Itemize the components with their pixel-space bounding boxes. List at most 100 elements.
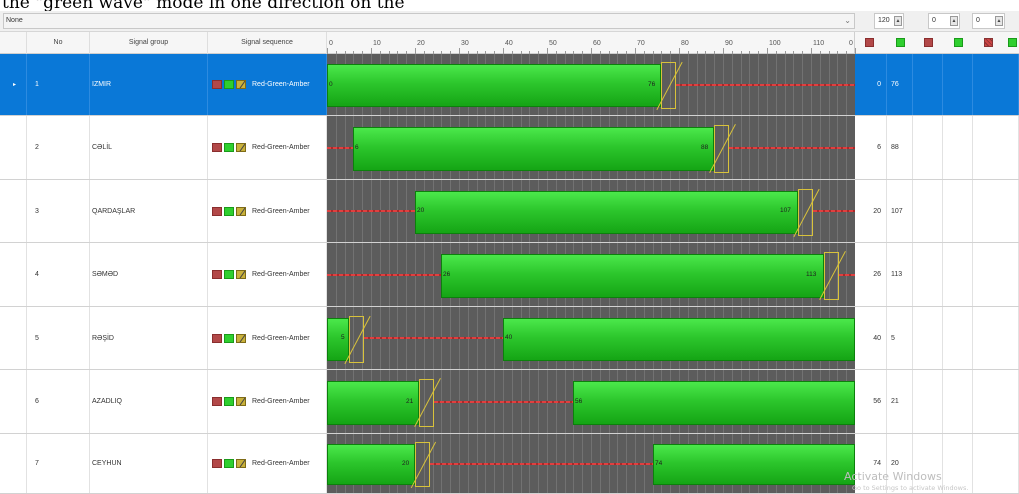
cell-signal-group[interactable]: CEYHUN <box>90 434 208 493</box>
cell-extra[interactable] <box>913 54 943 115</box>
green-phase[interactable] <box>573 381 855 425</box>
column-header-signal-sequence[interactable]: Signal sequence <box>208 32 327 54</box>
cell-green-end[interactable]: 88 <box>887 116 913 179</box>
cell-no[interactable]: 2 <box>27 116 90 179</box>
cell-signal-group[interactable]: QARDAŞLAR <box>90 180 208 242</box>
column-header-no[interactable]: No <box>27 32 90 54</box>
cell-extra[interactable] <box>943 116 973 179</box>
cell-green-end[interactable]: 76 <box>887 54 913 115</box>
amber-phase[interactable] <box>419 379 434 427</box>
timeline-bar[interactable]: 20 107 <box>327 180 855 242</box>
amber-phase[interactable] <box>714 125 729 173</box>
cell-green-start[interactable]: 6 <box>855 116 887 179</box>
cell-extra[interactable] <box>973 116 1019 179</box>
cell-signal-sequence[interactable]: Red-Green-Amber <box>208 243 327 306</box>
row-selector[interactable] <box>0 307 27 369</box>
amber-phase[interactable] <box>824 252 839 300</box>
spin-arrows-icon[interactable]: ▲ <box>995 16 1003 26</box>
cell-signal-group[interactable]: AZADLIQ <box>90 370 208 433</box>
cell-extra[interactable] <box>943 243 973 306</box>
amber-light-icon <box>236 80 246 89</box>
cell-green-start[interactable]: 0 <box>855 54 887 115</box>
cell-green-start[interactable]: 20 <box>855 180 887 242</box>
cell-no[interactable]: 1 <box>27 54 90 115</box>
cycle-time-input[interactable]: 120 ▲ <box>874 13 904 29</box>
red-phase <box>434 400 573 403</box>
green-phase[interactable] <box>353 127 714 171</box>
timeline-bar[interactable]: 0 76 <box>327 54 855 115</box>
row-selector[interactable] <box>0 116 27 179</box>
cell-extra[interactable] <box>973 243 1019 306</box>
row-selector[interactable] <box>0 370 27 433</box>
spin-arrows-icon[interactable]: ▲ <box>894 16 902 26</box>
row-selector[interactable] <box>0 434 27 493</box>
timeline-bar[interactable]: 74 20 <box>327 434 855 493</box>
cell-extra[interactable] <box>913 180 943 242</box>
cell-green-start[interactable]: 56 <box>855 370 887 433</box>
cell-no[interactable]: 5 <box>27 307 90 369</box>
cell-extra[interactable] <box>943 54 973 115</box>
cell-extra[interactable] <box>973 180 1019 242</box>
cell-no[interactable]: 3 <box>27 180 90 242</box>
offset-input-1[interactable]: 0 ▲ <box>928 13 960 29</box>
cell-signal-sequence[interactable]: Red-Green-Amber <box>208 307 327 369</box>
timeline-bar[interactable]: 6 88 <box>327 116 855 179</box>
table-row[interactable]: 6 AZADLIQ Red-Green-Amber 56 21 56 21 <box>0 370 1019 434</box>
amber-phase[interactable] <box>661 62 676 109</box>
amber-phase[interactable] <box>798 189 813 236</box>
spin-arrows-icon[interactable]: ▲ <box>950 16 958 26</box>
cell-extra[interactable] <box>943 370 973 433</box>
program-select[interactable]: None ⌄ <box>3 13 855 29</box>
cell-signal-sequence[interactable]: Red-Green-Amber <box>208 434 327 493</box>
cell-green-end[interactable]: 113 <box>887 243 913 306</box>
cell-no[interactable]: 6 <box>27 370 90 433</box>
cell-no[interactable]: 7 <box>27 434 90 493</box>
cell-signal-sequence[interactable]: Red-Green-Amber <box>208 116 327 179</box>
table-row[interactable]: 5 RƏŞİD Red-Green-Amber 40 5 40 5 <box>0 307 1019 370</box>
cell-signal-sequence[interactable]: Red-Green-Amber <box>208 54 327 115</box>
green-phase[interactable] <box>503 318 855 361</box>
table-row[interactable]: 3 QARDAŞLAR Red-Green-Amber 20 107 20 107 <box>0 180 1019 243</box>
green-phase[interactable] <box>327 318 349 361</box>
cell-signal-sequence[interactable]: Red-Green-Amber <box>208 180 327 242</box>
cell-green-start[interactable]: 40 <box>855 307 887 369</box>
column-header-signal-group[interactable]: Signal group <box>90 32 208 54</box>
cell-green-end[interactable]: 21 <box>887 370 913 433</box>
row-selector[interactable] <box>0 180 27 242</box>
timeline-bar[interactable]: 40 5 <box>327 307 855 369</box>
cell-extra[interactable] <box>943 307 973 369</box>
cell-extra[interactable] <box>943 180 973 242</box>
cell-signal-sequence[interactable]: Red-Green-Amber <box>208 370 327 433</box>
row-selector[interactable]: ▸ <box>0 54 27 115</box>
cell-extra[interactable] <box>913 116 943 179</box>
cell-extra[interactable] <box>913 243 943 306</box>
amber-phase[interactable] <box>349 316 364 363</box>
cell-green-end[interactable]: 107 <box>887 180 913 242</box>
chevron-down-icon[interactable]: ⌄ <box>844 14 851 28</box>
row-selector[interactable] <box>0 243 27 306</box>
amber-phase[interactable] <box>415 442 430 487</box>
table-row[interactable]: 2 CƏLİL Red-Green-Amber 6 88 6 88 <box>0 116 1019 180</box>
cell-extra[interactable] <box>913 307 943 369</box>
cell-signal-group[interactable]: CƏLİL <box>90 116 208 179</box>
cell-no[interactable]: 4 <box>27 243 90 306</box>
cell-extra[interactable] <box>973 370 1019 433</box>
offset-input-2[interactable]: 0 ▲ <box>972 13 1005 29</box>
table-row[interactable]: ▸ 1 IZMIR Red-Green-Amber 0 76 0 76 <box>0 54 1019 116</box>
cell-signal-group[interactable]: SƏMƏD <box>90 243 208 306</box>
cell-signal-group[interactable]: RƏŞİD <box>90 307 208 369</box>
cell-green-start[interactable]: 26 <box>855 243 887 306</box>
timeline-bar[interactable]: 56 21 <box>327 370 855 433</box>
table-row[interactable]: 4 SƏMƏD Red-Green-Amber 26 113 26 113 <box>0 243 1019 307</box>
cell-signal-group[interactable]: IZMIR <box>90 54 208 115</box>
cell-extra[interactable] <box>973 54 1019 115</box>
timeline-bar[interactable]: 26 113 <box>327 243 855 306</box>
cell-extra[interactable] <box>913 370 943 433</box>
cell-extra[interactable] <box>973 307 1019 369</box>
green-phase[interactable] <box>441 254 824 298</box>
cell-extra[interactable] <box>973 434 1019 493</box>
cell-green-end[interactable]: 5 <box>887 307 913 369</box>
green-phase[interactable] <box>327 64 661 107</box>
green-phase[interactable] <box>653 444 855 485</box>
green-phase[interactable] <box>415 191 798 234</box>
